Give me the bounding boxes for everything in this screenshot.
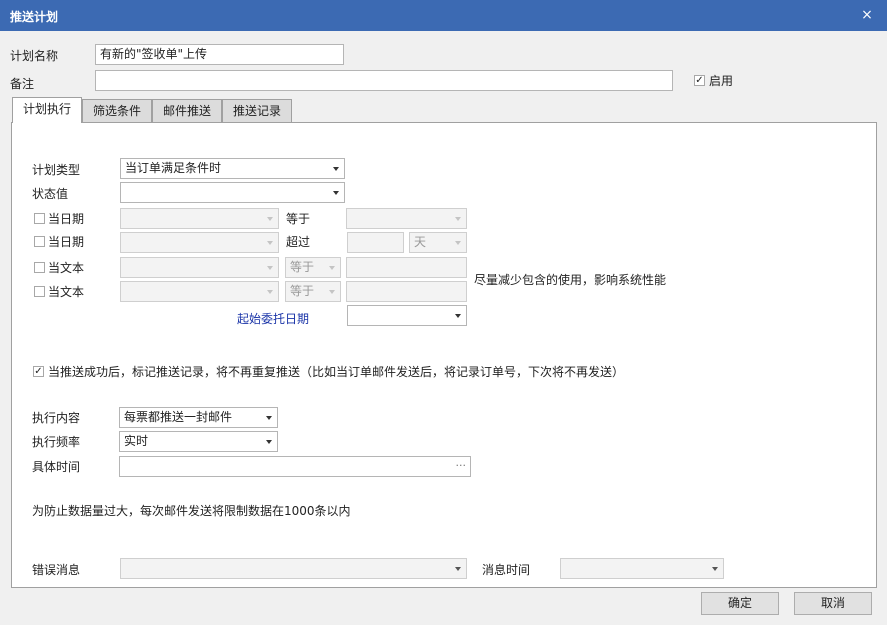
tab-email-push[interactable]: 邮件推送 (152, 99, 222, 123)
chevron-down-icon (266, 416, 272, 420)
chevron-down-icon (712, 567, 718, 571)
chevron-down-icon (329, 266, 335, 270)
msg-time-label: 消息时间 (482, 563, 531, 577)
text-row1-op-value: 等于 (290, 260, 315, 274)
chevron-down-icon (333, 167, 339, 171)
chevron-down-icon (333, 191, 339, 195)
chevron-down-icon (267, 241, 273, 245)
chevron-down-icon (455, 217, 461, 221)
remark-label: 备注 (10, 77, 35, 91)
remark-input[interactable] (95, 70, 673, 91)
exec-freq-label: 执行频率 (32, 435, 81, 449)
text-row2-op-select[interactable]: 等于 (285, 281, 341, 302)
date-row1-op-label: 等于 (286, 212, 311, 226)
enable-checkbox[interactable]: ✓ (694, 75, 705, 86)
ellipsis-icon[interactable]: ··· (456, 458, 467, 473)
ok-button[interactable]: 确定 (701, 592, 779, 615)
cancel-button[interactable]: 取消 (794, 592, 872, 615)
specific-time-input[interactable]: ··· (119, 456, 471, 477)
plan-type-value: 当订单满足条件时 (125, 161, 222, 175)
exec-content-select[interactable]: 每票都推送一封邮件 (119, 407, 278, 428)
tab-filter-conditions[interactable]: 筛选条件 (82, 99, 152, 123)
chevron-down-icon (455, 567, 461, 571)
text-row1-op-select[interactable]: 等于 (285, 257, 341, 278)
date-row1-label: 当日期 (48, 212, 85, 226)
exec-content-value: 每票都推送一封邮件 (124, 410, 233, 424)
title-bar: 推送计划 × (0, 0, 887, 31)
error-msg-select[interactable] (120, 558, 467, 579)
exec-freq-value: 实时 (124, 434, 149, 448)
plan-type-label: 计划类型 (32, 163, 81, 177)
date-row2-op-label: 超过 (286, 235, 311, 249)
date-row2-checkbox[interactable] (34, 236, 45, 247)
performance-note: 尽量减少包含的使用，影响系统性能 (474, 273, 667, 287)
enable-label: 启用 (709, 74, 734, 88)
msg-time-select[interactable] (560, 558, 724, 579)
date-row1-checkbox[interactable] (34, 213, 45, 224)
text-row2-label: 当文本 (48, 285, 85, 299)
status-select[interactable] (120, 182, 345, 203)
chevron-down-icon (266, 440, 272, 444)
exec-content-label: 执行内容 (32, 411, 81, 425)
plan-name-label: 计划名称 (10, 49, 59, 63)
chevron-down-icon (455, 314, 461, 318)
text-row2-value-input[interactable] (346, 281, 467, 302)
chevron-down-icon (267, 217, 273, 221)
text-row1-field-select[interactable] (120, 257, 279, 278)
plan-name-input[interactable]: 有新的"签收单"上传 (95, 44, 344, 65)
date-row2-field-select[interactable] (120, 232, 279, 253)
text-row1-checkbox[interactable] (34, 262, 45, 273)
chevron-down-icon (267, 290, 273, 294)
date-row2-unit-value: 天 (414, 235, 427, 249)
status-label: 状态值 (32, 187, 69, 201)
error-msg-label: 错误消息 (32, 563, 81, 577)
text-row2-checkbox[interactable] (34, 286, 45, 297)
date-row2-unit-select[interactable]: 天 (409, 232, 467, 253)
text-row2-field-select[interactable] (120, 281, 279, 302)
chevron-down-icon (455, 241, 461, 245)
tab-plan-execution[interactable]: 计划执行 (12, 97, 82, 123)
exec-freq-select[interactable]: 实时 (119, 431, 278, 452)
window-title: 推送计划 (10, 10, 59, 24)
chevron-down-icon (329, 290, 335, 294)
date-row1-field-select[interactable] (120, 208, 279, 229)
date-row1-value-select[interactable] (346, 208, 467, 229)
date-row2-label: 当日期 (48, 235, 85, 249)
date-row2-amount-input[interactable] (347, 232, 404, 253)
mark-sent-checkbox[interactable]: ✓ (33, 366, 44, 377)
mark-sent-label: 当推送成功后，标记推送记录，将不再重复推送（比如当订单邮件发送后，将记录订单号，… (48, 365, 625, 379)
start-date-picker[interactable] (347, 305, 467, 326)
close-icon[interactable]: × (859, 6, 875, 24)
limit-note: 为防止数据量过大，每次邮件发送将限制数据在1000条以内 (32, 504, 351, 518)
tab-push-records[interactable]: 推送记录 (222, 99, 292, 123)
start-date-label: 起始委托日期 (237, 312, 310, 326)
specific-time-label: 具体时间 (32, 460, 81, 474)
text-row2-op-value: 等于 (290, 284, 315, 298)
plan-type-select[interactable]: 当订单满足条件时 (120, 158, 345, 179)
text-row1-value-input[interactable] (346, 257, 467, 278)
text-row1-label: 当文本 (48, 261, 85, 275)
chevron-down-icon (267, 266, 273, 270)
